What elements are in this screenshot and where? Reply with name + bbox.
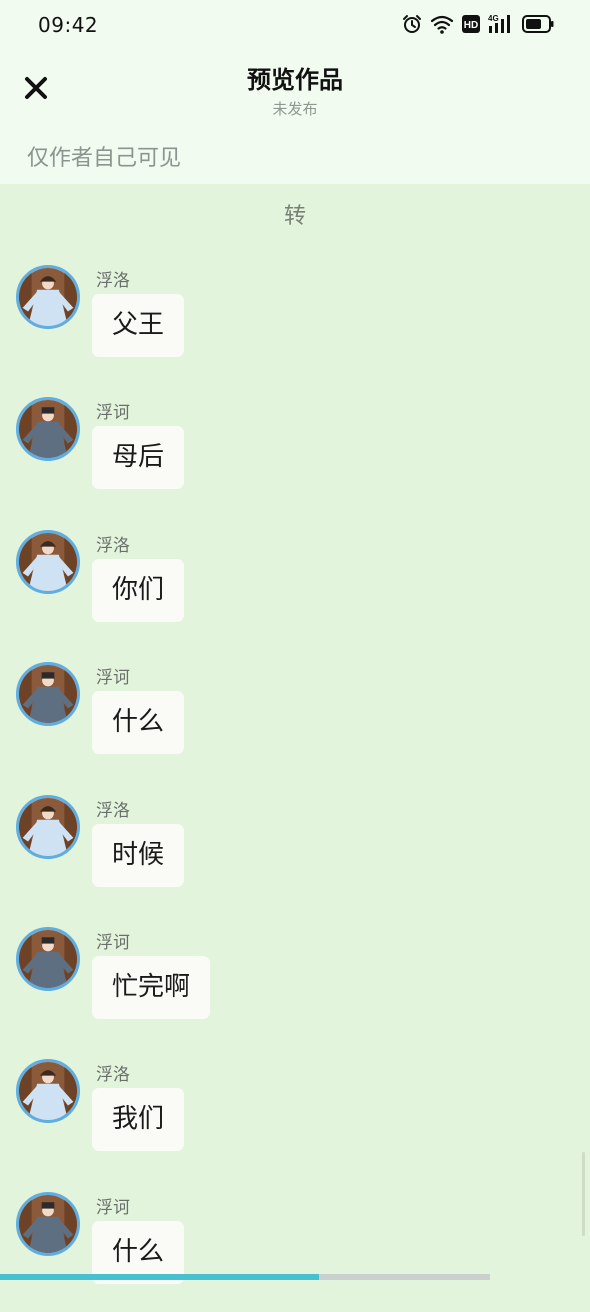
- preview-header: 预览作品 未发布: [0, 52, 590, 128]
- battery-icon: [522, 15, 554, 37]
- message-bubble[interactable]: 母后: [92, 426, 185, 490]
- chat-message: 浮洛 你们: [16, 529, 556, 650]
- chat-message: 浮诃 什么: [16, 1191, 556, 1312]
- message-bubble[interactable]: 父王: [92, 294, 185, 357]
- avatar[interactable]: [16, 662, 80, 727]
- chat-message: 浮诃 什么: [16, 662, 556, 782]
- playback-progress[interactable]: [0, 1274, 590, 1280]
- speaker-name: 浮诃: [96, 668, 130, 689]
- avatar[interactable]: [16, 397, 80, 462]
- progress-played: [0, 1274, 319, 1280]
- alarm-icon: [402, 14, 422, 38]
- wifi-icon: [430, 14, 454, 38]
- message-bubble[interactable]: 时候: [92, 823, 185, 887]
- speaker-name: 浮洛: [96, 271, 130, 291]
- speaker-name: 浮洛: [96, 1065, 130, 1086]
- svg-text:HD: HD: [464, 20, 478, 31]
- message-bubble[interactable]: 什么: [92, 691, 185, 755]
- avatar[interactable]: [16, 1059, 80, 1124]
- scene-label: 转: [283, 204, 306, 229]
- avatar[interactable]: [16, 265, 80, 329]
- speaker-name: 浮洛: [96, 800, 130, 821]
- svg-text:4G: 4G: [488, 14, 499, 23]
- avatar[interactable]: [16, 529, 80, 594]
- status-bar: 09:42 HD 4G: [0, 0, 590, 52]
- scrollbar[interactable]: [582, 1152, 585, 1236]
- chat-message: 浮洛 时候: [16, 794, 556, 915]
- speaker-name: 浮诃: [96, 1197, 130, 1218]
- speaker-name: 浮洛: [96, 535, 130, 556]
- visibility-note: 仅作者自己可见: [27, 146, 182, 171]
- page-title: 预览作品: [247, 66, 343, 94]
- message-bubble[interactable]: 你们: [92, 558, 185, 622]
- hd-icon: HD: [462, 15, 480, 37]
- publish-status: 未发布: [272, 100, 318, 118]
- avatar[interactable]: [16, 927, 80, 991]
- chat-message: 浮洛父王: [16, 265, 556, 385]
- signal-4g-icon: 4G: [488, 14, 514, 38]
- chat-message: 浮诃 母后: [16, 397, 556, 517]
- chat-message: 浮洛 我们: [16, 1059, 556, 1179]
- status-time: 09:42: [38, 13, 99, 37]
- avatar[interactable]: [16, 1191, 80, 1256]
- avatar[interactable]: [16, 794, 80, 859]
- chat-message: 浮诃忙完啊: [16, 927, 556, 1047]
- speaker-name: 浮诃: [96, 933, 130, 953]
- status-icons: HD 4G: [402, 14, 554, 38]
- speaker-name: 浮诃: [96, 403, 130, 424]
- message-bubble[interactable]: 我们: [92, 1088, 185, 1152]
- message-bubble[interactable]: 忙完啊: [92, 956, 211, 1019]
